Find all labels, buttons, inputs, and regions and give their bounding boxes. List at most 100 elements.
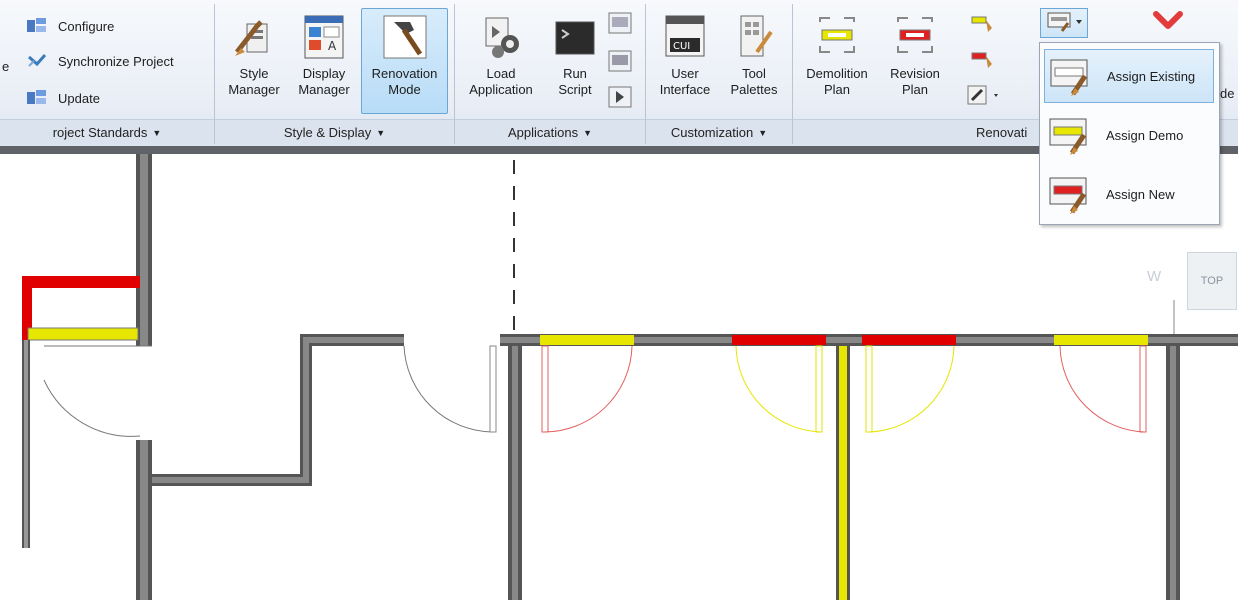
assign-dropdown-menu: Assign Existing Assign Demo Assign New: [1039, 42, 1220, 225]
revision-plan-label-2: Plan: [901, 82, 929, 97]
vba-editor-button[interactable]: [608, 50, 632, 75]
run-script-label-2: Script: [558, 82, 592, 97]
style-manager-label-2: Manager: [228, 82, 280, 97]
show-existing-button[interactable]: [970, 14, 996, 39]
customization-panel-label[interactable]: Customization ▼: [646, 119, 792, 145]
edit-icon: [967, 85, 998, 105]
configure-button[interactable]: Configure: [26, 14, 114, 38]
display-manager-icon: A: [304, 15, 344, 59]
demolition-plan-label-1: Demolition: [806, 66, 868, 81]
renovation-label: Renovati: [976, 125, 1028, 140]
tool-palettes-icon: [740, 15, 773, 57]
update-icon: [27, 90, 46, 104]
assign-demo-icon: [1049, 118, 1087, 155]
existing-wall: [839, 346, 847, 600]
synchronize-project-label: Synchronize Project: [58, 53, 174, 69]
user-interface-button[interactable]: CUI User Interface: [650, 8, 720, 114]
user-interface-label-2: Interface: [659, 82, 711, 97]
vba-manager-button[interactable]: [608, 12, 632, 37]
door-swing: [1059, 345, 1147, 433]
renovation-right-fragment: de: [1220, 86, 1235, 101]
project-standards-label: roject Standards: [52, 125, 148, 140]
run-macro-icon: [608, 86, 632, 108]
hammer-icon: [383, 15, 426, 59]
assign-split-button[interactable]: [1040, 8, 1088, 38]
viewcube-top-face[interactable]: TOP: [1187, 252, 1237, 310]
assign-demo-label: Assign Demo: [1106, 127, 1184, 143]
customization-label: Customization: [670, 125, 754, 140]
assign-new-icon: [1049, 177, 1087, 214]
demo-door-opening: [862, 335, 956, 345]
load-application-button[interactable]: Load Application: [458, 8, 544, 114]
configure-icon: [27, 18, 46, 32]
tool-palettes-label-1: Tool: [742, 66, 766, 81]
revision-plan-label-1: Revision: [890, 66, 940, 81]
user-interface-label-1: User: [671, 66, 699, 81]
compass-west-label: W: [1147, 268, 1162, 285]
chevron-down-icon: ▼: [152, 127, 162, 138]
new-wall: [22, 276, 140, 288]
synchronize-icon: [28, 54, 47, 67]
applications-panel-label[interactable]: Applications ▼: [455, 119, 645, 145]
existing-wall: [27, 327, 139, 341]
renovation-options-button[interactable]: [966, 84, 1002, 109]
tool-palettes-label-2: Palettes: [730, 82, 778, 97]
show-new-button[interactable]: [970, 50, 996, 75]
assign-new-label: Assign New: [1106, 186, 1175, 202]
assign-existing-small-icon: [1047, 12, 1082, 32]
demolition-plan-label-2: Plan: [823, 82, 851, 97]
chevron-down-icon: ▼: [583, 127, 593, 138]
display-manager-label-2: Manager: [298, 82, 350, 97]
renovation-mode-label-1: Renovation: [371, 66, 438, 81]
revision-plan-icon: [897, 17, 933, 53]
tool-palettes-button[interactable]: Tool Palettes: [722, 8, 786, 114]
existing-door-opening: [540, 335, 634, 345]
run-vba-macro-button[interactable]: [608, 86, 632, 111]
assign-demo-item[interactable]: Assign Demo: [1044, 108, 1214, 162]
assign-new-item[interactable]: Assign New: [1044, 167, 1214, 221]
door-swing: [403, 345, 493, 433]
cui-icon: CUI: [665, 15, 705, 57]
vba-icon: [608, 12, 632, 34]
style-display-panel-label[interactable]: Style & Display ▼: [215, 119, 454, 145]
run-script-label-1: Run: [563, 66, 587, 81]
configure-label: Configure: [58, 18, 115, 34]
demolition-plan-button[interactable]: Demolition Plan: [796, 8, 878, 114]
run-script-icon: [555, 21, 595, 55]
door-swing: [735, 345, 823, 433]
wall-segment: [152, 334, 404, 486]
renovation-mode-button[interactable]: Renovation Mode: [361, 8, 448, 114]
assign-existing-item[interactable]: Assign Existing: [1044, 49, 1214, 103]
door-swing: [543, 345, 633, 433]
display-manager-label-1: Display: [302, 66, 346, 81]
update-label: Update: [58, 90, 100, 106]
renovation-mode-label-2: Mode: [388, 82, 421, 97]
close-x-icon[interactable]: [1150, 6, 1186, 36]
demolition-plan-icon: [819, 17, 855, 53]
wall-red-icon: [971, 52, 992, 68]
style-display-label: Style & Display: [283, 125, 372, 140]
vba-editor-icon: [608, 50, 632, 72]
wall-yellow-icon: [971, 16, 992, 32]
revision-plan-button[interactable]: Revision Plan: [880, 8, 950, 114]
door-swing: [43, 379, 141, 437]
chevron-down-icon: ▼: [376, 127, 386, 138]
load-application-label-2: Application: [469, 82, 533, 97]
load-application-label-1: Load: [486, 66, 516, 81]
style-manager-icon: [235, 20, 268, 56]
svg-text:A: A: [328, 39, 337, 53]
run-script-button[interactable]: Run Script: [548, 8, 602, 114]
existing-door-opening: [1054, 335, 1148, 345]
door-swing: [867, 345, 955, 433]
style-manager-button[interactable]: Style Manager: [222, 8, 286, 114]
ribbon-left-fragment: e: [2, 59, 10, 74]
update-button[interactable]: Update: [26, 86, 100, 110]
applications-label: Applications: [507, 125, 579, 140]
style-manager-label-1: Style: [239, 66, 269, 81]
load-application-icon: [485, 17, 519, 58]
project-standards-panel-label[interactable]: roject Standards ▼: [0, 119, 214, 145]
synchronize-project-button[interactable]: Synchronize Project: [26, 49, 174, 73]
chevron-down-icon: ▼: [758, 127, 768, 138]
assign-existing-label: Assign Existing: [1107, 68, 1196, 84]
display-manager-button[interactable]: A Display Manager: [292, 8, 356, 114]
